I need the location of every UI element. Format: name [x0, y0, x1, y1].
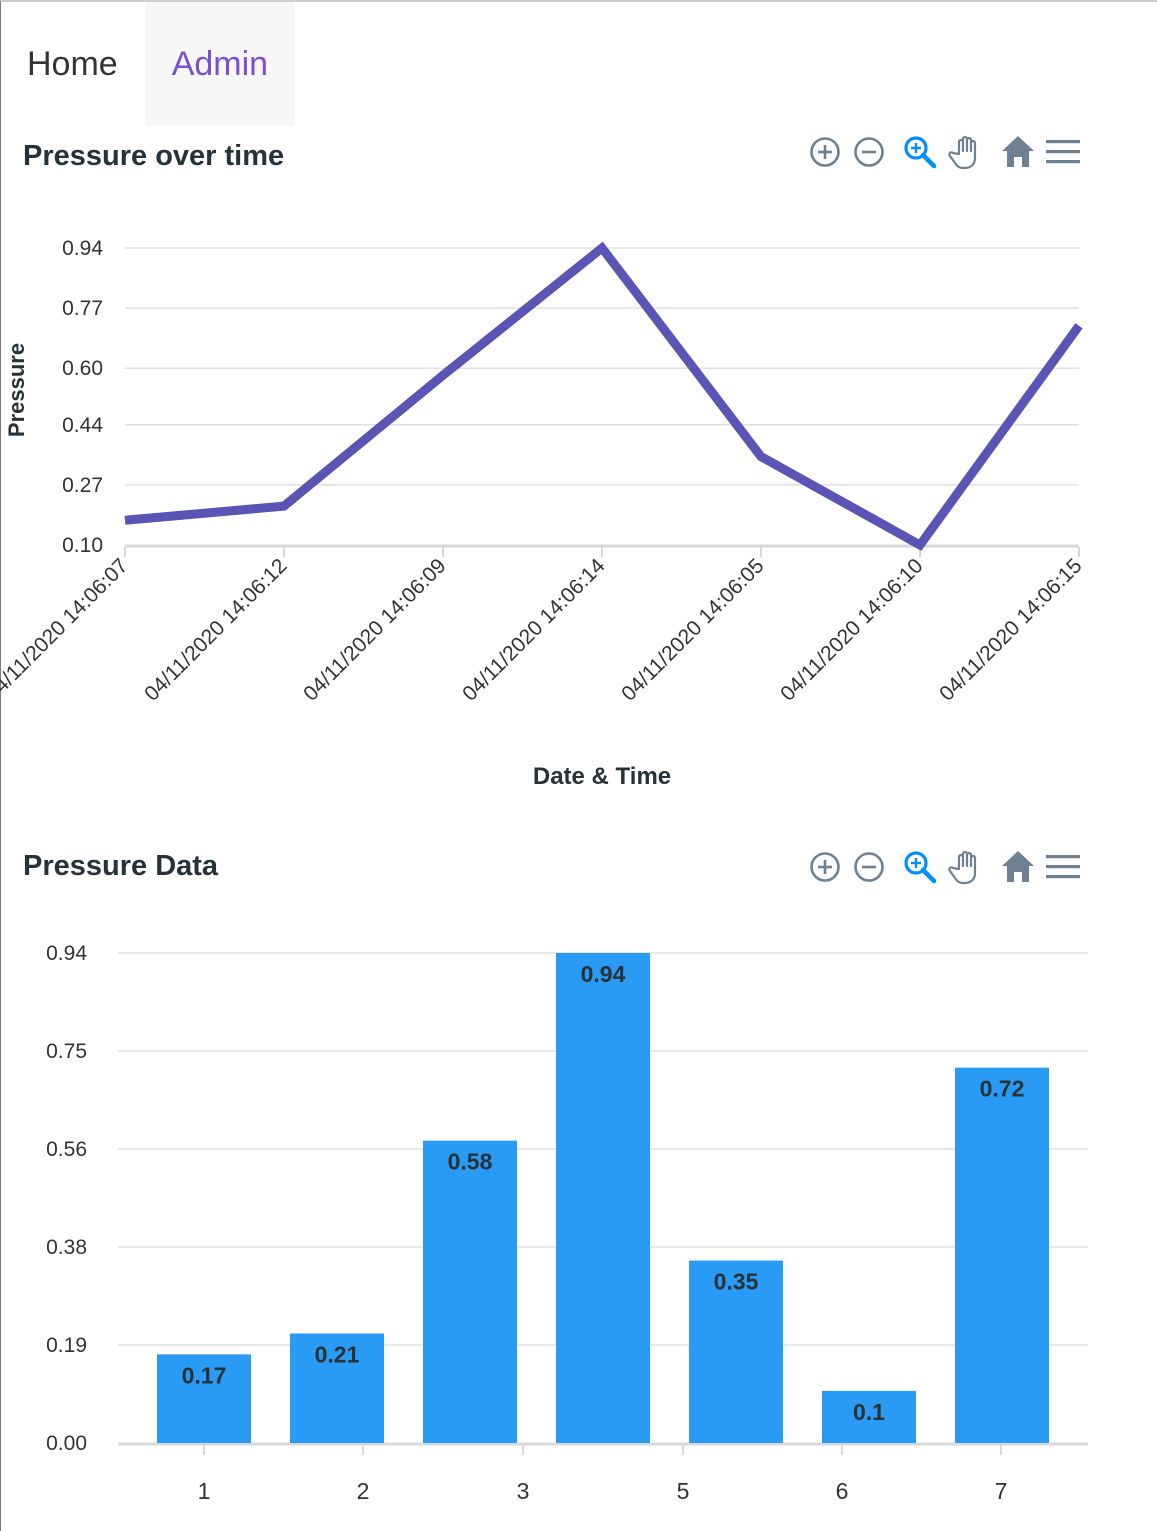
line-chart-toolbar [806, 132, 1086, 172]
y-tick-label: 0.38 [46, 1236, 87, 1259]
bar-data-label: 0.72 [980, 1076, 1025, 1102]
top-nav: Home Admin [0, 2, 296, 126]
y-tick-label: 0.56 [46, 1138, 87, 1161]
x-tick-label: 7 [995, 1478, 1008, 1504]
x-tick-label: 5 [677, 1478, 690, 1504]
pan-hand-icon[interactable] [946, 132, 986, 172]
y-tick-label: 0.44 [62, 414, 103, 437]
bar-data-label: 0.35 [714, 1269, 759, 1295]
x-axis-title: Date & Time [533, 763, 671, 790]
x-tick-label: 04/11/2020 14:06:12 [140, 554, 291, 705]
x-tick-label: 04/11/2020 14:06:05 [617, 554, 768, 705]
bar-data-label: 0.17 [182, 1362, 227, 1388]
bar-data-label: 0.94 [581, 961, 626, 987]
bar [423, 1140, 517, 1443]
x-tick-label: 6 [836, 1478, 849, 1504]
bar-chart-toolbar [806, 847, 1086, 887]
y-tick-label: 0.27 [62, 474, 103, 497]
menu-icon[interactable] [1044, 847, 1084, 887]
pan-hand-icon[interactable] [946, 847, 986, 887]
x-tick-label: 04/11/2020 14:06:15 [935, 554, 1086, 705]
y-axis-title: Pressure [4, 343, 29, 437]
bar-chart-title: Pressure Data [23, 850, 219, 882]
x-tick-label: 2 [357, 1478, 370, 1504]
y-tick-label: 0.19 [46, 1334, 87, 1357]
x-tick-label: 04/11/2020 14:06:10 [776, 554, 927, 705]
x-tick-label: 1 [198, 1478, 211, 1504]
x-tick-label: 04/11/2020 14:06:14 [458, 554, 610, 706]
bar-data-label: 0.58 [448, 1149, 493, 1175]
x-tick-label: 04/11/2020 14:06:07 [0, 554, 133, 705]
y-tick-label: 0.60 [62, 357, 103, 380]
pressure-series-line [124, 241, 1083, 551]
zoom-out-icon[interactable] [850, 132, 890, 172]
bar-data-label: 0.21 [315, 1342, 360, 1368]
bar-data-label: 0.1 [853, 1399, 885, 1425]
y-tick-label: 0.75 [46, 1040, 87, 1063]
y-tick-label: 0.00 [46, 1432, 87, 1455]
bar-chart: 0.000.190.380.560.750.940.170.210.580.94… [46, 942, 1088, 1504]
x-tick-label: 3 [517, 1478, 530, 1504]
zoom-out-icon[interactable] [850, 847, 890, 887]
y-tick-label: 0.10 [62, 534, 103, 557]
line-chart-title: Pressure over time [23, 140, 285, 172]
tab-home[interactable]: Home [0, 2, 145, 126]
selection-zoom-icon[interactable] [900, 132, 940, 172]
menu-icon[interactable] [1044, 132, 1084, 172]
tab-admin[interactable]: Admin [144, 2, 296, 126]
y-tick-label: 0.77 [62, 297, 103, 320]
selection-zoom-icon[interactable] [900, 847, 940, 887]
bar [556, 953, 650, 1443]
zoom-in-icon[interactable] [806, 132, 846, 172]
x-tick-label: 04/11/2020 14:06:09 [299, 554, 450, 705]
line-chart: 0.10 0.27 0.44 0.60 0.77 0.94 04/11/2020 14:06… [0, 237, 1087, 790]
home-reset-icon[interactable] [998, 847, 1038, 887]
bar [955, 1067, 1049, 1443]
y-tick-label: 0.94 [62, 237, 103, 260]
y-tick-label: 0.94 [46, 942, 87, 965]
zoom-in-icon[interactable] [806, 847, 846, 887]
home-reset-icon[interactable] [998, 132, 1038, 172]
